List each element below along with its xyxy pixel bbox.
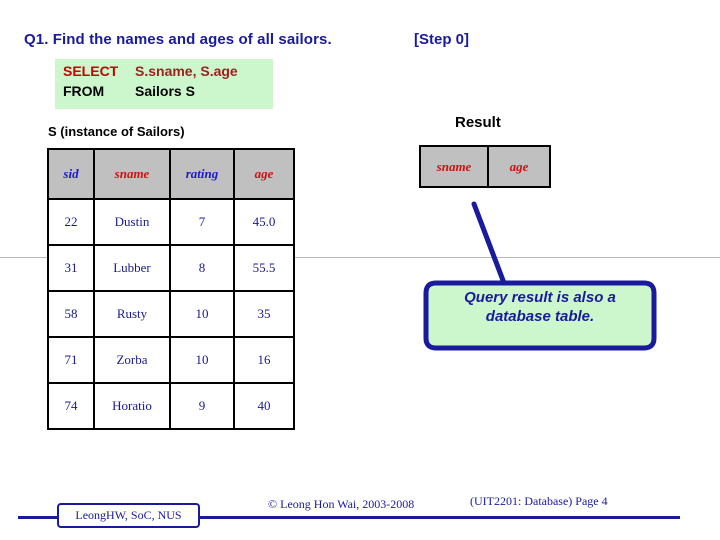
callout-balloon: Query result is also a database table. bbox=[418, 196, 662, 356]
table-row: 31 Lubber 8 55.5 bbox=[47, 244, 295, 292]
table-row: 22 Dustin 7 45.0 bbox=[47, 198, 295, 246]
step-badge: [Step 0] bbox=[414, 31, 470, 48]
callout-shape bbox=[423, 201, 657, 351]
sailors-instance-table: sid sname rating age 22 Dustin 7 45.0 31… bbox=[47, 148, 295, 430]
cell-rating: 7 bbox=[169, 198, 235, 246]
result-table: sname age bbox=[419, 145, 551, 188]
column-header-sid: sid bbox=[47, 148, 95, 200]
result-table-caption: Result bbox=[455, 114, 501, 131]
cell-sname: Rusty bbox=[93, 290, 171, 338]
footer-copyright: © Leong Hon Wai, 2003-2008 bbox=[268, 497, 415, 511]
cell-sid: 58 bbox=[47, 290, 95, 338]
footer-author-box: LeongHW, SoC, NUS bbox=[57, 503, 200, 528]
sailors-table-caption: S (instance of Sailors) bbox=[48, 124, 185, 139]
table-header-row: sname age bbox=[419, 145, 551, 188]
cell-sname: Zorba bbox=[93, 336, 171, 384]
sql-line-select: SELECT S.sname, S.age bbox=[63, 63, 238, 79]
column-header-age: age bbox=[233, 148, 295, 200]
cell-sid: 74 bbox=[47, 382, 95, 430]
cell-rating: 9 bbox=[169, 382, 235, 430]
cell-rating: 10 bbox=[169, 336, 235, 384]
sql-args-select: S.sname, S.age bbox=[135, 63, 238, 79]
cell-age: 40 bbox=[233, 382, 295, 430]
cell-sname: Lubber bbox=[93, 244, 171, 292]
column-header-sname: sname bbox=[419, 145, 489, 188]
slide-canvas: Q1. Find the names and ages of all sailo… bbox=[0, 0, 720, 540]
cell-rating: 10 bbox=[169, 290, 235, 338]
cell-sname: Dustin bbox=[93, 198, 171, 246]
cell-sid: 71 bbox=[47, 336, 95, 384]
sql-args-from: Sailors S bbox=[135, 83, 195, 99]
cell-age: 35 bbox=[233, 290, 295, 338]
table-row: 74 Horatio 9 40 bbox=[47, 382, 295, 430]
column-header-rating: rating bbox=[169, 148, 235, 200]
footer-page-info: (UIT2201: Database) Page 4 bbox=[470, 494, 608, 508]
cell-sid: 31 bbox=[47, 244, 95, 292]
cell-sid: 22 bbox=[47, 198, 95, 246]
callout-path bbox=[423, 201, 657, 351]
column-header-age: age bbox=[487, 145, 551, 188]
table-row: 71 Zorba 10 16 bbox=[47, 336, 295, 384]
sql-query-box: SELECT S.sname, S.age FROM Sailors S bbox=[55, 59, 273, 109]
cell-rating: 8 bbox=[169, 244, 235, 292]
cell-age: 45.0 bbox=[233, 198, 295, 246]
sql-line-from: FROM Sailors S bbox=[63, 83, 195, 99]
cell-age: 55.5 bbox=[233, 244, 295, 292]
table-row: 58 Rusty 10 35 bbox=[47, 290, 295, 338]
cell-sname: Horatio bbox=[93, 382, 171, 430]
cell-age: 16 bbox=[233, 336, 295, 384]
table-header-row: sid sname rating age bbox=[47, 148, 295, 200]
sql-keyword-select: SELECT bbox=[63, 63, 119, 79]
column-header-sname: sname bbox=[93, 148, 171, 200]
footer-author-label: LeongHW, SoC, NUS bbox=[75, 508, 182, 522]
page-title: Q1. Find the names and ages of all sailo… bbox=[24, 31, 332, 48]
sql-keyword-from: FROM bbox=[63, 83, 105, 99]
